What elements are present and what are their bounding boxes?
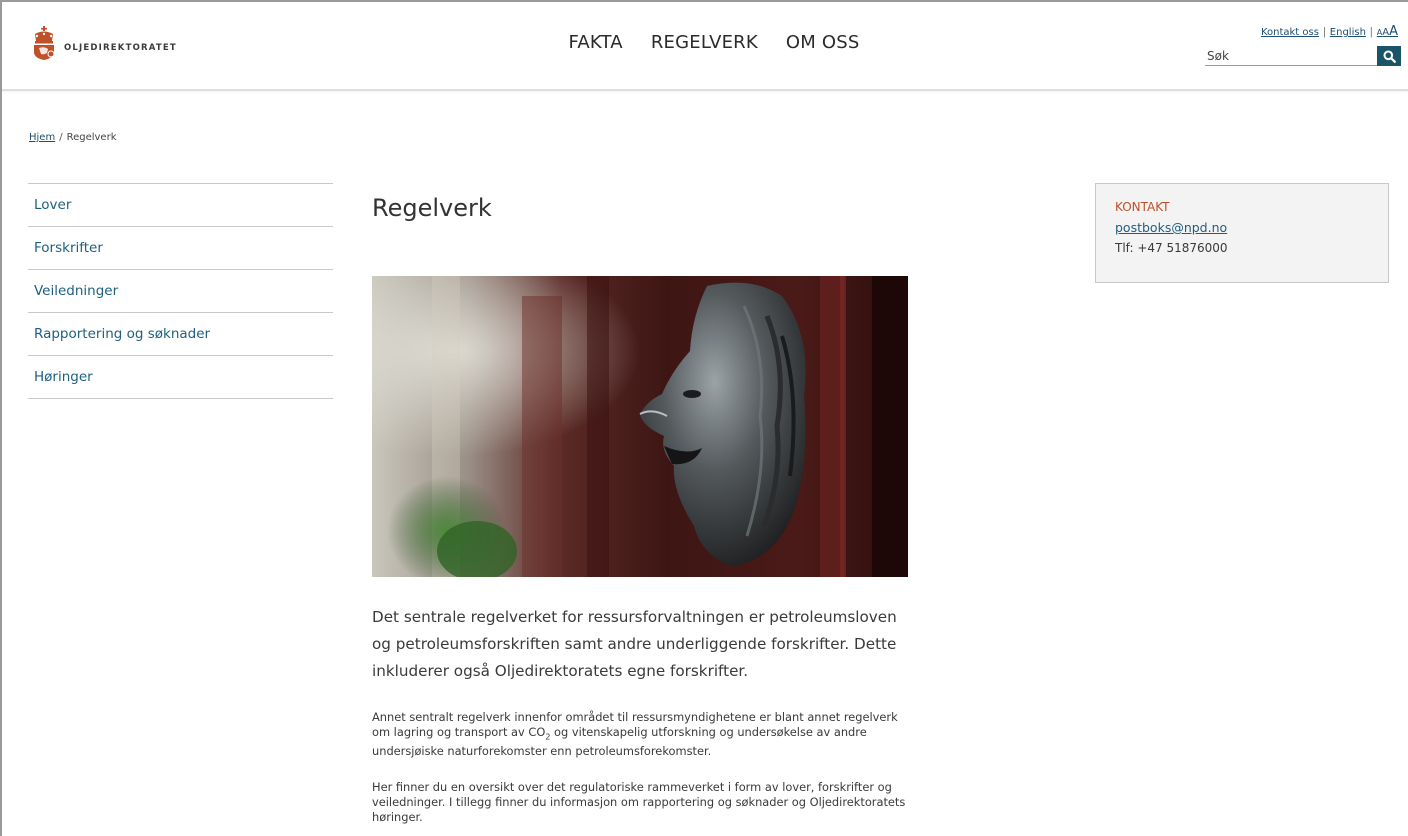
sidebar-item-lover[interactable]: Lover (28, 184, 333, 227)
sidebar-item-veiledninger[interactable]: Veiledninger (28, 270, 333, 313)
body-paragraph-2: Her finner du en oversikt over det regul… (372, 780, 906, 824)
nav-om-oss[interactable]: OM OSS (786, 32, 860, 53)
search-input[interactable] (1205, 46, 1377, 66)
sidebar-item-forskrifter[interactable]: Forskrifter (28, 227, 333, 270)
search-icon (1383, 50, 1396, 63)
breadcrumb-current: Regelverk (66, 132, 117, 143)
sidebar-item-horinger[interactable]: Høringer (28, 356, 333, 399)
nav-regelverk[interactable]: REGELVERK (651, 32, 758, 53)
search-button[interactable] (1377, 46, 1401, 66)
sidebar-item-label: Lover (34, 197, 72, 213)
breadcrumb-home-link[interactable]: Hjem (29, 132, 55, 143)
search-box (1205, 46, 1401, 66)
util-separator: | (1322, 26, 1326, 38)
sidebar-item-label: Veiledninger (34, 283, 119, 299)
main-nav: FAKTA REGELVERK OM OSS (2, 32, 1408, 53)
sidebar-item-rapportering[interactable]: Rapportering og søknader (28, 313, 333, 356)
contact-email-link[interactable]: postboks@npd.no (1115, 220, 1369, 235)
lead-paragraph: Det sentrale regelverket for ressursforv… (372, 608, 897, 680)
sidebar-nav: Lover Forskrifter Veiledninger Rapporter… (28, 183, 333, 399)
contact-us-link[interactable]: Kontakt oss (1261, 27, 1319, 38)
page-title: Regelverk (372, 194, 492, 222)
lion-head-door-knocker-image (372, 276, 908, 577)
breadcrumb-separator: / (59, 132, 63, 143)
utility-links: Kontakt oss | English | AAA (1261, 24, 1398, 39)
hero-image (372, 276, 908, 577)
util-separator: | (1369, 26, 1373, 38)
site-header: OLJEDIREKTORATET FAKTA REGELVERK OM OSS … (2, 2, 1408, 91)
english-link[interactable]: English (1330, 27, 1366, 38)
contact-phone: Tlf: +47 51876000 (1115, 241, 1228, 255)
sidebar-item-label: Rapportering og søknader (34, 326, 211, 342)
font-size-toggle[interactable]: AAA (1377, 24, 1398, 39)
sidebar-item-label: Høringer (34, 369, 93, 385)
breadcrumb: Hjem / Regelverk (29, 132, 116, 143)
contact-heading: KONTAKT (1115, 200, 1170, 214)
sidebar-item-label: Forskrifter (34, 240, 103, 256)
body-paragraph-1: Annet sentralt regelverk innenfor område… (372, 710, 917, 759)
nav-fakta[interactable]: FAKTA (568, 32, 622, 53)
contact-box: KONTAKT postboks@npd.no Tlf: +47 5187600… (1095, 183, 1389, 283)
